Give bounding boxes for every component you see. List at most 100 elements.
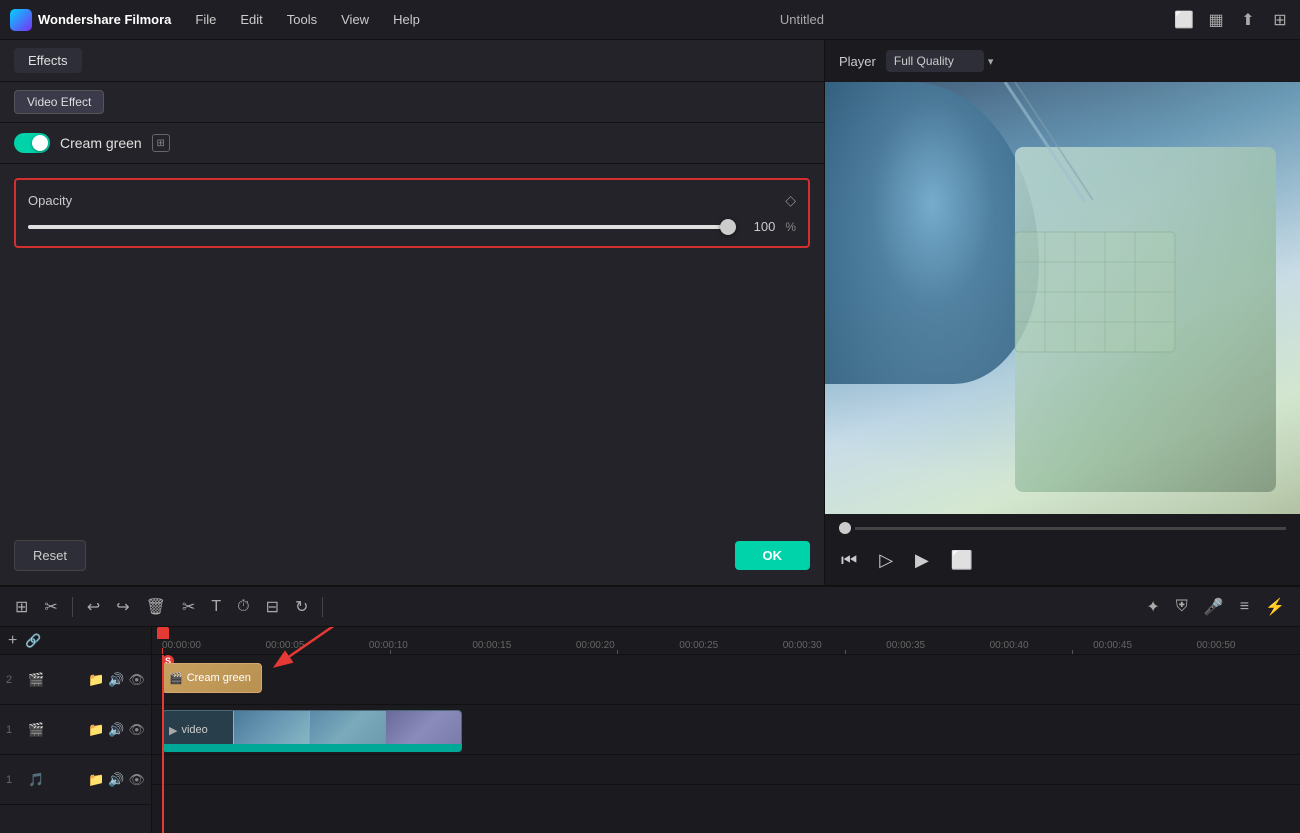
track-type-icon-audio: 🎵 [28,772,44,788]
track-1-folder-icon[interactable]: 📁 [88,722,104,738]
timeline-position-dot[interactable] [839,522,851,534]
mic-button[interactable]: 🎤 [1199,593,1229,621]
player-timeline-bar[interactable] [825,514,1300,542]
video-effect-button[interactable]: Video Effect [14,90,104,114]
captions-button[interactable]: ≡ [1235,594,1254,620]
menu-file[interactable]: File [185,8,226,31]
menu-edit[interactable]: Edit [230,8,272,31]
track-1-eye-icon[interactable]: 👁 [128,722,145,738]
clip-label: Cream green [187,672,251,684]
fx-button[interactable]: ⚡ [1260,593,1290,621]
cream-green-clip[interactable]: 🎬 Cream green [162,663,262,693]
cream-green-label: Cream green [60,135,142,151]
link-button[interactable]: 🔗 [25,633,41,649]
menu-view[interactable]: View [331,8,379,31]
track-2-controls: 📁 🔊 👁 [88,672,145,688]
video-effect-row: Video Effect [0,82,824,123]
opacity-slider-fill [28,225,735,229]
teal-audio-bar [162,744,462,752]
track-content-rows: S 🎬 Cream green [152,655,1300,833]
player-panel: Player Full Quality Half Quality Quarter… [825,40,1300,585]
track-header: + 🔗 [0,627,151,655]
opacity-section: Opacity ◇ 100 % [14,178,810,248]
opacity-percent-label: % [785,220,796,234]
cut-button[interactable]: ✂ [177,593,200,621]
app-logo: Wondershare Filmora [10,9,171,31]
equalizer-button[interactable]: ⊟ [261,593,284,621]
rotation-button[interactable]: ↻ [290,593,313,621]
timescale-ticks [162,648,1300,654]
track-num-audio: 1 [6,774,22,786]
layout-icon[interactable]: ▦ [1206,10,1226,30]
toolbar-separator-1 [72,597,73,617]
track-labels: + 🔗 2 🎬 📁 🔊 👁 1 🎬 📁 🔊 [0,627,152,833]
audio-track-volume-icon[interactable]: 🔊 [108,772,124,788]
opacity-slider-thumb[interactable] [720,219,736,235]
quality-selector[interactable]: Full Quality Half Quality Quarter Qualit… [886,50,994,72]
add-track-button[interactable]: + [8,632,17,650]
timeline-tracks: + 🔗 2 🎬 📁 🔊 👁 1 🎬 📁 🔊 [0,627,1300,833]
opacity-header: Opacity ◇ [28,192,796,209]
delete-button[interactable]: 🗑 [141,593,171,621]
keyframe-diamond-icon[interactable]: ◇ [785,192,796,209]
opacity-slider-track[interactable] [28,225,735,229]
opacity-value[interactable]: 100 [745,219,775,234]
redo-button[interactable]: ↪ [111,593,134,621]
toggle-knob [32,135,48,151]
track-num-1: 1 [6,724,22,736]
title-area: Untitled [434,12,1170,27]
player-controls: ⏮ ▷ ▶ ⬜ [825,542,1300,585]
audio-track-folder-icon[interactable]: 📁 [88,772,104,788]
magic-button[interactable]: ✦ [1141,593,1164,621]
audio-track-eye-icon[interactable]: 👁 [128,772,145,788]
menubar-actions: ⬜ ▦ ⬆ ⊞ [1174,10,1290,30]
play-button[interactable]: ▶ [913,548,931,573]
track-row-effect: 2 🎬 📁 🔊 👁 [0,655,151,705]
effect-track-content: S 🎬 Cream green [152,655,1300,705]
playhead-head [157,627,169,639]
audio-track-controls: 📁 🔊 👁 [88,772,145,788]
menubar: Wondershare Filmora File Edit Tools View… [0,0,1300,40]
video-track-content: ▶ video [152,705,1300,755]
track-2-eye-icon[interactable]: 👁 [128,672,145,688]
track-row-video: 1 🎬 📁 🔊 👁 [0,705,151,755]
chevron-down-icon: ▾ [988,55,994,68]
upload-icon[interactable]: ⬆ [1238,10,1258,30]
track-num-2: 2 [6,674,22,686]
preview-svg [825,82,1300,514]
timer-button[interactable]: ⏱ [232,594,254,620]
timeline-progress-bar[interactable] [855,527,1286,530]
reset-button[interactable]: Reset [14,540,86,571]
text-button[interactable]: T [206,594,226,620]
quality-dropdown[interactable]: Full Quality Half Quality Quarter Qualit… [886,50,984,72]
select-tool-button[interactable]: ⊞ [10,593,33,621]
cream-green-row: Cream green ⊞ [0,123,824,164]
monitor-icon[interactable]: ⬜ [1174,10,1194,30]
shield-button[interactable]: ⛨ [1171,594,1193,620]
menu-tools[interactable]: Tools [277,8,327,31]
track-2-audio-icon[interactable]: 🔊 [108,672,124,688]
info-icon[interactable]: ⊞ [152,134,170,152]
ripple-tool-button[interactable]: ✂ [39,593,62,621]
timescale: 00:00:00 00:00:05 00:00:10 00:00:15 00:0… [152,627,1300,655]
opacity-slider-row: 100 % [28,219,796,234]
track-1-audio-icon[interactable]: 🔊 [108,722,124,738]
track-row-audio: 1 🎵 📁 🔊 👁 [0,755,151,805]
fullscreen-button[interactable]: ⬜ [949,548,975,573]
ok-button[interactable]: OK [735,541,811,570]
playhead[interactable] [162,655,164,833]
audio-track-content [152,755,1300,785]
player-header: Player Full Quality Half Quality Quarter… [825,40,1300,82]
menu-help[interactable]: Help [383,8,430,31]
effects-tab-button[interactable]: Effects [14,48,82,73]
cream-green-toggle[interactable] [14,133,50,153]
step-back-button[interactable]: ⏮ [839,548,859,573]
undo-button[interactable]: ↩ [82,593,105,621]
grid-icon[interactable]: ⊞ [1270,10,1290,30]
timeline-area: ⊞ ✂ ↩ ↪ 🗑 ✂ T ⏱ ⊟ ↻ ✦ ⛨ 🎤 ≡ ⚡ + 🔗 2 [0,585,1300,833]
document-title: Untitled [780,12,824,27]
track-2-folder-icon[interactable]: 📁 [88,672,104,688]
app-logo-icon [10,9,32,31]
effects-panel: Effects Video Effect Cream green ⊞ Opaci… [0,40,825,585]
play-slow-button[interactable]: ▷ [877,548,895,573]
